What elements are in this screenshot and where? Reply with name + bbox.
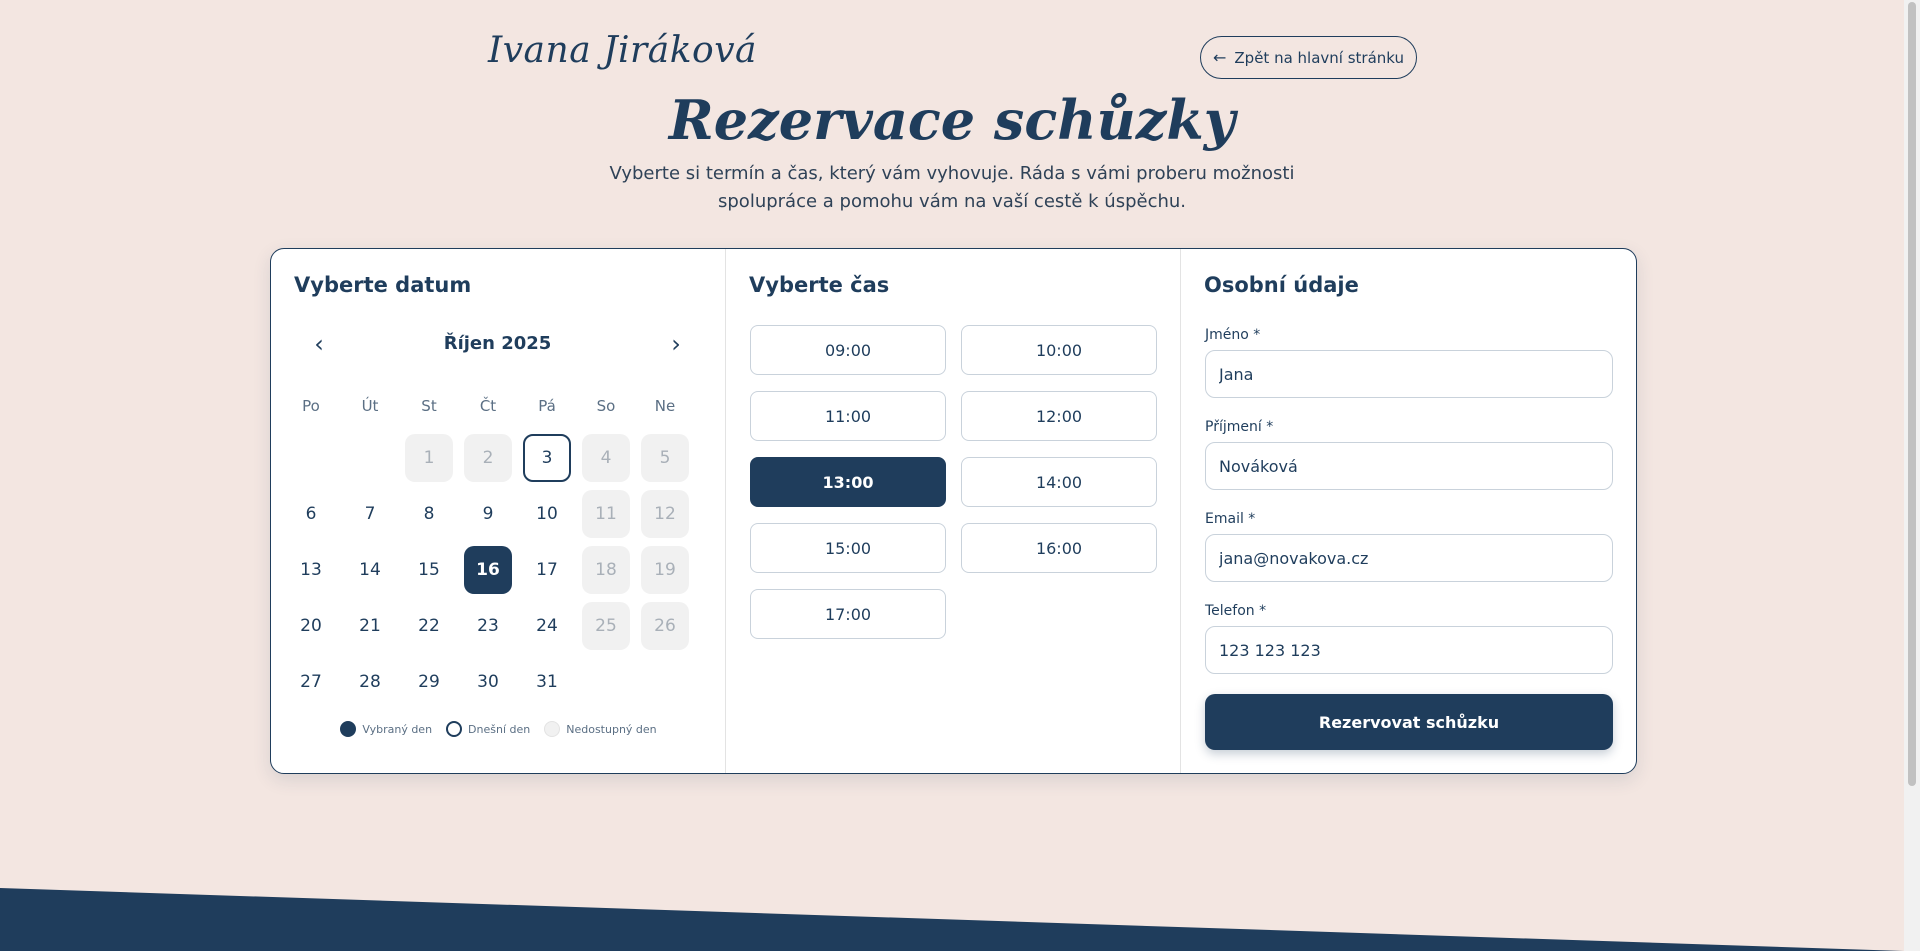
calendar-day[interactable]: 29: [405, 658, 453, 706]
back-button-label: Zpět na hlavní stránku: [1234, 48, 1405, 67]
calendar-day: 5: [641, 434, 689, 482]
booking-card: Vyberte datum ‹ Říjen 2025 › Po Út St Čt Pá S…: [270, 248, 1637, 774]
calendar-day-selected[interactable]: 16: [464, 546, 512, 594]
weekday-header: Ne: [654, 397, 676, 415]
calendar-day[interactable]: 8: [405, 490, 453, 538]
calendar-day[interactable]: 31: [523, 658, 571, 706]
time-slot-0900[interactable]: 09:00: [750, 325, 946, 375]
calendar-day[interactable]: 15: [405, 546, 453, 594]
footer-wave: [0, 888, 1904, 951]
calendar-day[interactable]: 24: [523, 602, 571, 650]
calendar-day[interactable]: 17: [523, 546, 571, 594]
phone-label: Telefon *: [1205, 603, 1267, 619]
today-ring-icon: [446, 721, 463, 737]
weekday-header: Út: [361, 397, 379, 415]
time-slot-1300[interactable]: 13:00: [750, 457, 946, 507]
calendar-day: 25: [582, 602, 630, 650]
arrow-left-icon: ←: [1212, 48, 1227, 67]
personal-info-title: Osobní údaje: [1204, 273, 1359, 297]
calendar-day[interactable]: 30: [464, 658, 512, 706]
calendar-day[interactable]: 28: [346, 658, 394, 706]
legend-unavailable-label: Nedostupný den: [566, 722, 657, 736]
time-slot-1600[interactable]: 16:00: [961, 523, 1157, 573]
calendar-month: Říjen 2025: [443, 333, 552, 354]
date-section-title: Vyberte datum: [294, 273, 472, 297]
legend-selected: Vybraný den: [340, 721, 432, 737]
calendar-day: 19: [641, 546, 689, 594]
calendar-day[interactable]: 13: [287, 546, 335, 594]
last-name-label: Příjmení *: [1205, 419, 1274, 435]
time-column: Vyberte čas 09:00 10:00 11:00 12:00 13:00 14:…: [726, 249, 1181, 773]
time-slot-1500[interactable]: 15:00: [750, 523, 946, 573]
page-subtitle: Vyberte si termín a čas, který vám vyhov…: [609, 163, 1295, 212]
time-slot-1000[interactable]: 10:00: [961, 325, 1157, 375]
last-name-field[interactable]: [1205, 442, 1613, 490]
legend-today-label: Dnešní den: [468, 722, 531, 736]
time-slot-1100[interactable]: 11:00: [750, 391, 946, 441]
calendar-day: 26: [641, 602, 689, 650]
scrollbar-thumb[interactable]: [1908, 2, 1916, 786]
personal-info-column: Osobní údaje Jméno * Příjmení * Email * …: [1181, 249, 1636, 773]
calendar-day[interactable]: 6: [287, 490, 335, 538]
calendar-day: 4: [582, 434, 630, 482]
calendar-day[interactable]: 7: [346, 490, 394, 538]
weekday-header: Čt: [479, 397, 497, 415]
email-label: Email *: [1205, 511, 1256, 527]
legend-unavailable: Nedostupný den: [544, 721, 657, 737]
calendar-day: 2: [464, 434, 512, 482]
calendar-day[interactable]: 22: [405, 602, 453, 650]
calendar-day: 11: [582, 490, 630, 538]
scrollbar[interactable]: [1904, 0, 1920, 951]
calendar-nav: ‹ Říjen 2025 ›: [294, 329, 701, 359]
calendar-day: 12: [641, 490, 689, 538]
weekday-header: Po: [302, 397, 320, 415]
selected-dot-icon: [340, 721, 357, 737]
back-to-home-button[interactable]: ← Zpět na hlavní stránku: [1200, 36, 1417, 79]
first-name-label: Jméno *: [1205, 327, 1261, 343]
site-logo[interactable]: Ivana Jiráková: [488, 30, 757, 71]
time-section-title: Vyberte čas: [749, 273, 890, 297]
calendar-day: 1: [405, 434, 453, 482]
time-slot-1400[interactable]: 14:00: [961, 457, 1157, 507]
time-slot-1200[interactable]: 12:00: [961, 391, 1157, 441]
calendar-day[interactable]: 14: [346, 546, 394, 594]
legend-selected-label: Vybraný den: [362, 722, 433, 736]
first-name-field[interactable]: [1205, 350, 1613, 398]
calendar-legend: Vybraný den Dnešní den Nedostupný den: [271, 721, 726, 737]
calendar-day[interactable]: 23: [464, 602, 512, 650]
phone-field[interactable]: [1205, 626, 1613, 674]
page-title: Rezervace schůzky: [668, 88, 1236, 152]
calendar-day[interactable]: 21: [346, 602, 394, 650]
date-column: Vyberte datum ‹ Říjen 2025 › Po Út St Čt Pá S…: [271, 249, 726, 773]
weekday-header: St: [421, 397, 437, 415]
weekday-header: Pá: [538, 397, 556, 415]
calendar-day[interactable]: 10: [523, 490, 571, 538]
unavailable-dot-icon: [544, 721, 561, 737]
calendar-day[interactable]: 27: [287, 658, 335, 706]
weekday-header: So: [596, 397, 616, 415]
page: Ivana Jiráková ← Zpět na hlavní stránku …: [0, 0, 1904, 951]
calendar-day[interactable]: 20: [287, 602, 335, 650]
calendar-day: 18: [582, 546, 630, 594]
email-field[interactable]: [1205, 534, 1613, 582]
time-slot-1700[interactable]: 17:00: [750, 589, 946, 639]
legend-today: Dnešní den: [446, 721, 530, 737]
calendar-day[interactable]: 9: [464, 490, 512, 538]
calendar-day-today[interactable]: 3: [523, 434, 571, 482]
chevron-right-icon[interactable]: ›: [661, 329, 691, 359]
book-meeting-button[interactable]: Rezervovat schůzku: [1205, 694, 1613, 750]
